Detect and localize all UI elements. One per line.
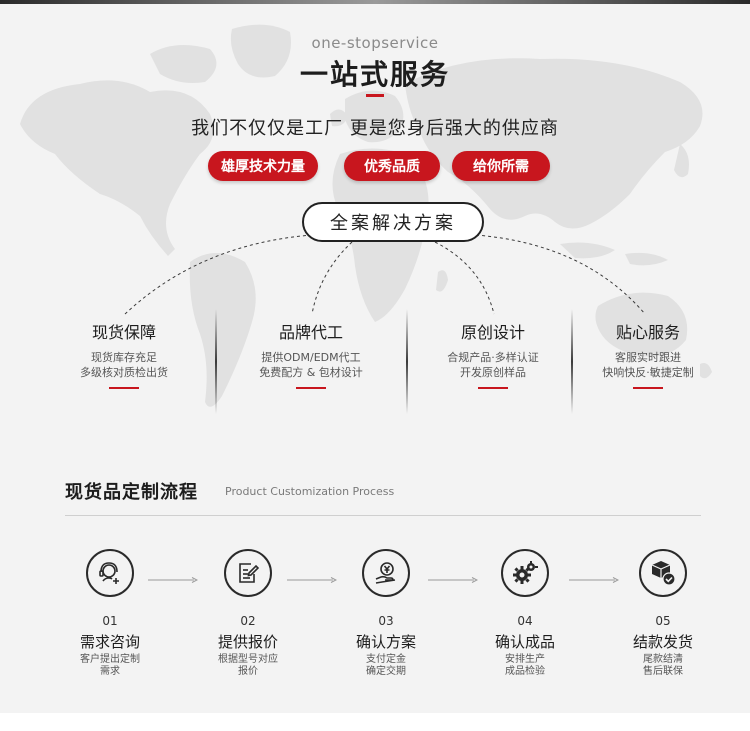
step-icon-circle <box>501 549 549 597</box>
process-step-quote[interactable]: 02 提供报价 根据型号对应 报价 <box>198 549 298 678</box>
step-desc-line: 确定交期 <box>366 666 406 677</box>
column-description: 现货库存充足 多级核对质检出货 <box>49 350 199 380</box>
step-description: 根据型号对应 报价 <box>198 654 298 678</box>
column-desc-line: 免费配方 & 包材设计 <box>259 366 363 379</box>
column-desc-line: 多级核对质检出货 <box>80 366 168 379</box>
column-title: 原创设计 <box>460 323 525 342</box>
column-underline <box>296 387 326 389</box>
step-desc-line: 根据型号对应 <box>218 654 278 665</box>
package-check-icon <box>651 561 676 586</box>
process-step-payment-shipping[interactable]: 05 结款发货 尾款结清 售后联保 <box>613 549 713 678</box>
step-description: 支付定金 确定交期 <box>336 654 436 678</box>
step-desc-line: 尾款结清 <box>643 654 683 665</box>
step-description: 客户提出定制 需求 <box>60 654 160 678</box>
column-title: 现货保障 <box>91 323 156 342</box>
gears-icon <box>513 561 538 584</box>
step-description: 安排生产 成品检验 <box>475 654 575 678</box>
step-desc-line: 客户提出定制 <box>80 654 140 665</box>
column-desc-line: 开发原创样品 <box>460 366 526 379</box>
step-number: 05 <box>655 614 671 628</box>
column-title: 贴心服务 <box>615 323 680 342</box>
process-step-confirm-product[interactable]: 04 确认成品 安排生产 成品检验 <box>475 549 575 678</box>
step-description: 尾款结清 售后联保 <box>613 654 713 678</box>
step-icon-circle <box>362 549 410 597</box>
column-original-design: 原创设计 合规产品·多样认证 开发原创样品 <box>418 322 568 389</box>
step-title: 确认成品 <box>494 633 555 651</box>
process-title: 现货品定制流程 <box>65 482 198 503</box>
step-title: 结款发货 <box>632 633 693 651</box>
step-desc-line: 支付定金 <box>366 654 406 665</box>
column-underline <box>478 387 508 389</box>
column-brand-oem: 品牌代工 提供ODM/EDM代工 免费配方 & 包材设计 <box>236 322 386 389</box>
step-number: 03 <box>378 614 394 628</box>
column-desc-line: 提供ODM/EDM代工 <box>261 351 361 364</box>
step-desc-line: 售后联保 <box>643 666 683 677</box>
process-divider <box>65 515 701 516</box>
column-caring-service: 贴心服务 客服实时跟进 快响快反·敏捷定制 <box>573 322 723 389</box>
step-icon-circle <box>86 549 134 597</box>
column-underline <box>109 387 139 389</box>
column-desc-line: 合规产品·多样认证 <box>447 351 539 364</box>
step-number: 01 <box>102 614 118 628</box>
step-desc-line: 需求 <box>100 666 120 677</box>
column-title: 品牌代工 <box>278 323 343 342</box>
consult-headset-icon <box>99 562 119 584</box>
column-desc-line: 客服实时跟进 <box>615 351 681 364</box>
column-description: 提供ODM/EDM代工 免费配方 & 包材设计 <box>236 350 386 380</box>
step-arrow-icon <box>148 577 198 583</box>
column-underline <box>633 387 663 389</box>
step-arrow-icon <box>569 577 619 583</box>
step-desc-line: 安排生产 <box>505 654 545 665</box>
step-title: 提供报价 <box>217 633 278 651</box>
yen-hand-icon <box>375 562 396 584</box>
process-step-consult[interactable]: 01 需求咨询 客户提出定制 需求 <box>60 549 160 678</box>
column-description: 合规产品·多样认证 开发原创样品 <box>418 350 568 380</box>
column-desc-line: 现货库存充足 <box>91 351 157 364</box>
document-edit-icon <box>239 563 260 583</box>
solution-box[interactable]: 全案解决方案 <box>302 202 484 242</box>
column-stock-guarantee: 现货保障 现货库存充足 多级核对质检出货 <box>49 322 199 389</box>
column-separator <box>406 309 408 414</box>
column-description: 客服实时跟进 快响快反·敏捷定制 <box>573 350 723 380</box>
step-number: 02 <box>240 614 256 628</box>
step-desc-line: 报价 <box>238 666 258 677</box>
step-desc-line: 成品检验 <box>505 666 545 677</box>
column-separator <box>215 309 217 414</box>
step-number: 04 <box>517 614 533 628</box>
service-panel: one-stopservice 一站式服务 我们不仅仅是工厂 更是您身后强大的供… <box>0 4 750 713</box>
step-icon-circle <box>224 549 272 597</box>
step-arrow-icon <box>428 577 478 583</box>
step-icon-circle <box>639 549 687 597</box>
column-desc-line: 快响快反·敏捷定制 <box>602 366 694 379</box>
step-title: 需求咨询 <box>79 633 140 651</box>
step-arrow-icon <box>287 577 337 583</box>
step-title: 确认方案 <box>355 633 416 651</box>
process-header: 现货品定制流程 Product Customization Process <box>65 478 705 508</box>
process-step-confirm-plan[interactable]: 03 确认方案 支付定金 确定交期 <box>336 549 436 678</box>
process-subtitle: Product Customization Process <box>225 485 395 498</box>
